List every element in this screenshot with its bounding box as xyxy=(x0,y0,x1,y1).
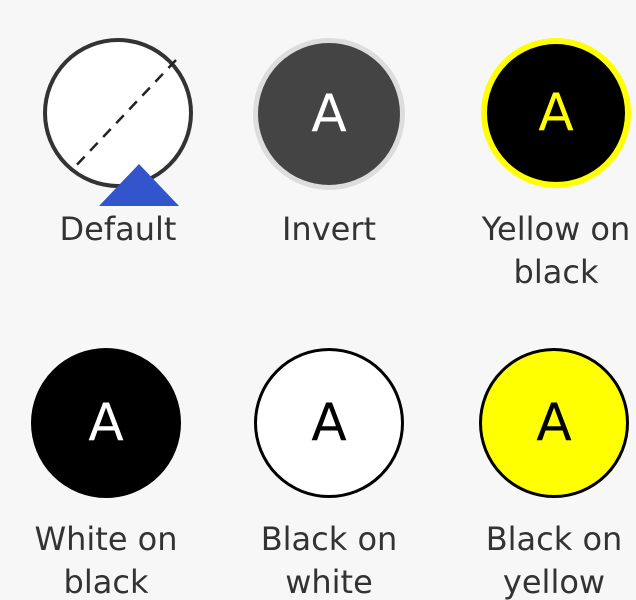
color-scheme-swatch-yellow-on-black[interactable]: A xyxy=(481,38,631,188)
color-scheme-swatch-default[interactable] xyxy=(43,38,193,188)
color-scheme-invert[interactable]: A Invert xyxy=(234,38,424,298)
color-scheme-label-black-on-yellow: Black on yellow xyxy=(485,520,623,600)
swatch-glyph: A xyxy=(536,393,572,453)
color-scheme-black-on-yellow[interactable]: A Black on yellow xyxy=(459,348,636,600)
color-scheme-swatch-black-on-yellow[interactable]: A xyxy=(479,348,629,498)
color-scheme-label-white-on-black: White on black xyxy=(34,520,178,600)
color-scheme-yellow-on-black[interactable]: A Yellow on black xyxy=(461,38,636,298)
swatch-glyph: A xyxy=(311,393,347,453)
color-scheme-white-on-black[interactable]: A White on black xyxy=(11,348,201,600)
color-scheme-swatch-invert[interactable]: A xyxy=(253,38,405,190)
color-scheme-label-black-on-white: Black on white xyxy=(260,520,398,600)
swatch-glyph: A xyxy=(311,84,347,144)
color-scheme-black-on-white[interactable]: A Black on white xyxy=(234,348,424,600)
color-scheme-label-default: Default xyxy=(59,210,177,248)
swatch-glyph: A xyxy=(88,393,124,453)
color-scheme-default[interactable]: Default xyxy=(23,38,213,298)
color-scheme-swatch-black-on-white[interactable]: A xyxy=(254,348,404,498)
swatch-glyph: A xyxy=(538,83,574,143)
color-scheme-label-invert: Invert xyxy=(281,210,377,248)
color-scheme-label-yellow-on-black: Yellow on black xyxy=(481,210,631,291)
color-scheme-swatch-white-on-black[interactable]: A xyxy=(31,348,181,498)
